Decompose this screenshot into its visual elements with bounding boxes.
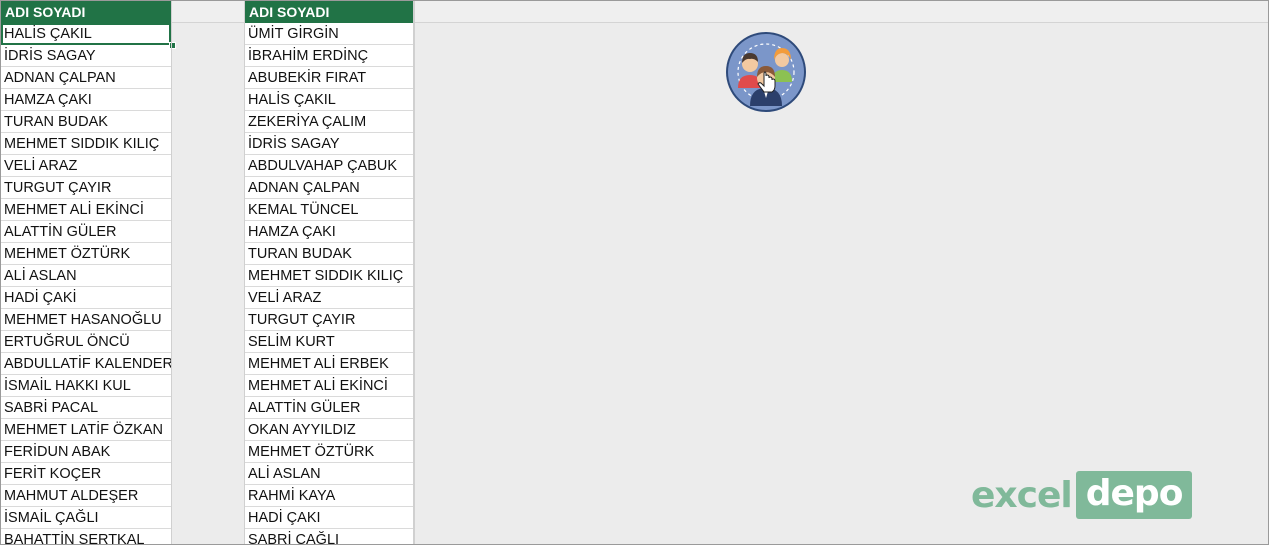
table-row[interactable]: MEHMET HASANOĞLU — [1, 309, 171, 331]
table-row[interactable]: HADİ ÇAKİ — [1, 287, 171, 309]
table-row[interactable]: MEHMET ÖZTÜRK — [1, 243, 171, 265]
table-row[interactable]: MEHMET ALİ EKİNCİ — [245, 375, 414, 397]
column-a-border — [171, 1, 172, 544]
table-row[interactable]: VELİ ARAZ — [245, 287, 414, 309]
table-row[interactable]: OKAN AYYILDIZ — [245, 419, 414, 441]
table-row[interactable]: ZEKERİYA ÇALIM — [245, 111, 414, 133]
table-row[interactable]: SABRİ ÇAĞLI — [245, 529, 414, 544]
table-row[interactable]: ABDULLATİF KALENDER — [1, 353, 171, 375]
header-rest — [414, 1, 1268, 22]
table-row[interactable]: FERİT KOÇER — [1, 463, 171, 485]
table-row[interactable]: HALİS ÇAKIL — [1, 23, 171, 45]
table-row[interactable]: KEMAL TÜNCEL — [245, 199, 414, 221]
table-row[interactable]: ABDULVAHAP ÇABUK — [245, 155, 414, 177]
table-row[interactable]: HAMZA ÇAKI — [1, 89, 171, 111]
users-group-click-icon[interactable] — [724, 30, 808, 114]
table-row[interactable]: TURAN BUDAK — [245, 243, 414, 265]
table-row[interactable]: MEHMET SIDDIK KILIÇ — [1, 133, 171, 155]
column-a-list: ADI SOYADI HALİS ÇAKIL İDRİS SAGAY ADNAN Ç… — [1, 1, 171, 544]
table-row[interactable]: MEHMET ALİ ERBEK — [245, 353, 414, 375]
table-row[interactable]: MEHMET ÖZTÜRK — [245, 441, 414, 463]
header-gap — [172, 1, 244, 22]
table-row[interactable]: HADİ ÇAKI — [245, 507, 414, 529]
table-row[interactable]: İDRİS SAGAY — [245, 133, 414, 155]
table-row[interactable]: HAMZA ÇAKI — [245, 221, 414, 243]
table-row[interactable]: ÜMİT GİRGİN — [245, 23, 414, 45]
table-row[interactable]: ALATTİN GÜLER — [1, 221, 171, 243]
table-row[interactable]: ALİ ASLAN — [245, 463, 414, 485]
table-row[interactable]: MEHMET SIDDIK KILIÇ — [245, 265, 414, 287]
logo-text-depo: depo — [1075, 471, 1193, 519]
table-row[interactable]: MAHMUT ALDEŞER — [1, 485, 171, 507]
spreadsheet-view: ADI SOYADI HALİS ÇAKIL İDRİS SAGAY ADNAN Ç… — [0, 0, 1269, 545]
table-row[interactable]: MEHMET LATİF ÖZKAN — [1, 419, 171, 441]
table-row[interactable]: ALATTİN GÜLER — [245, 397, 414, 419]
table-row[interactable]: ALİ ASLAN — [1, 265, 171, 287]
table-row[interactable]: İDRİS SAGAY — [1, 45, 171, 67]
table-row[interactable]: İBRAHİM ERDİNÇ — [245, 45, 414, 67]
column-a-header[interactable]: ADI SOYADI — [1, 1, 171, 23]
column-b-border — [413, 1, 414, 544]
table-row[interactable]: MEHMET ALİ EKİNCİ — [1, 199, 171, 221]
table-row[interactable]: İSMAİL ÇAĞLI — [1, 507, 171, 529]
table-row[interactable]: FERİDUN ABAK — [1, 441, 171, 463]
table-row[interactable]: TURGUT ÇAYIR — [245, 309, 414, 331]
table-row[interactable]: RAHMİ KAYA — [245, 485, 414, 507]
table-row[interactable]: ABUBEKİR FIRAT — [245, 67, 414, 89]
table-row[interactable]: ERTUĞRUL ÖNCÜ — [1, 331, 171, 353]
table-row[interactable]: TURAN BUDAK — [1, 111, 171, 133]
column-b-list: ADI SOYADI ÜMİT GİRGİN İBRAHİM ERDİNÇ ABUB… — [244, 1, 415, 544]
table-row[interactable]: HALİS ÇAKIL — [245, 89, 414, 111]
table-row[interactable]: TURGUT ÇAYIR — [1, 177, 171, 199]
exceldepo-logo: excel depo — [971, 471, 1193, 519]
header-divider — [1, 22, 1268, 23]
table-row[interactable]: İSMAİL HAKKI KUL — [1, 375, 171, 397]
table-row[interactable]: SELİM KURT — [245, 331, 414, 353]
table-row[interactable]: ADNAN ÇALPAN — [1, 67, 171, 89]
table-row[interactable]: BAHATTİN SERTKAL — [1, 529, 171, 544]
table-row[interactable]: VELİ ARAZ — [1, 155, 171, 177]
logo-text-excel: excel — [971, 474, 1073, 516]
column-b-header[interactable]: ADI SOYADI — [245, 1, 414, 23]
table-row[interactable]: ADNAN ÇALPAN — [245, 177, 414, 199]
table-row[interactable]: SABRİ PACAL — [1, 397, 171, 419]
